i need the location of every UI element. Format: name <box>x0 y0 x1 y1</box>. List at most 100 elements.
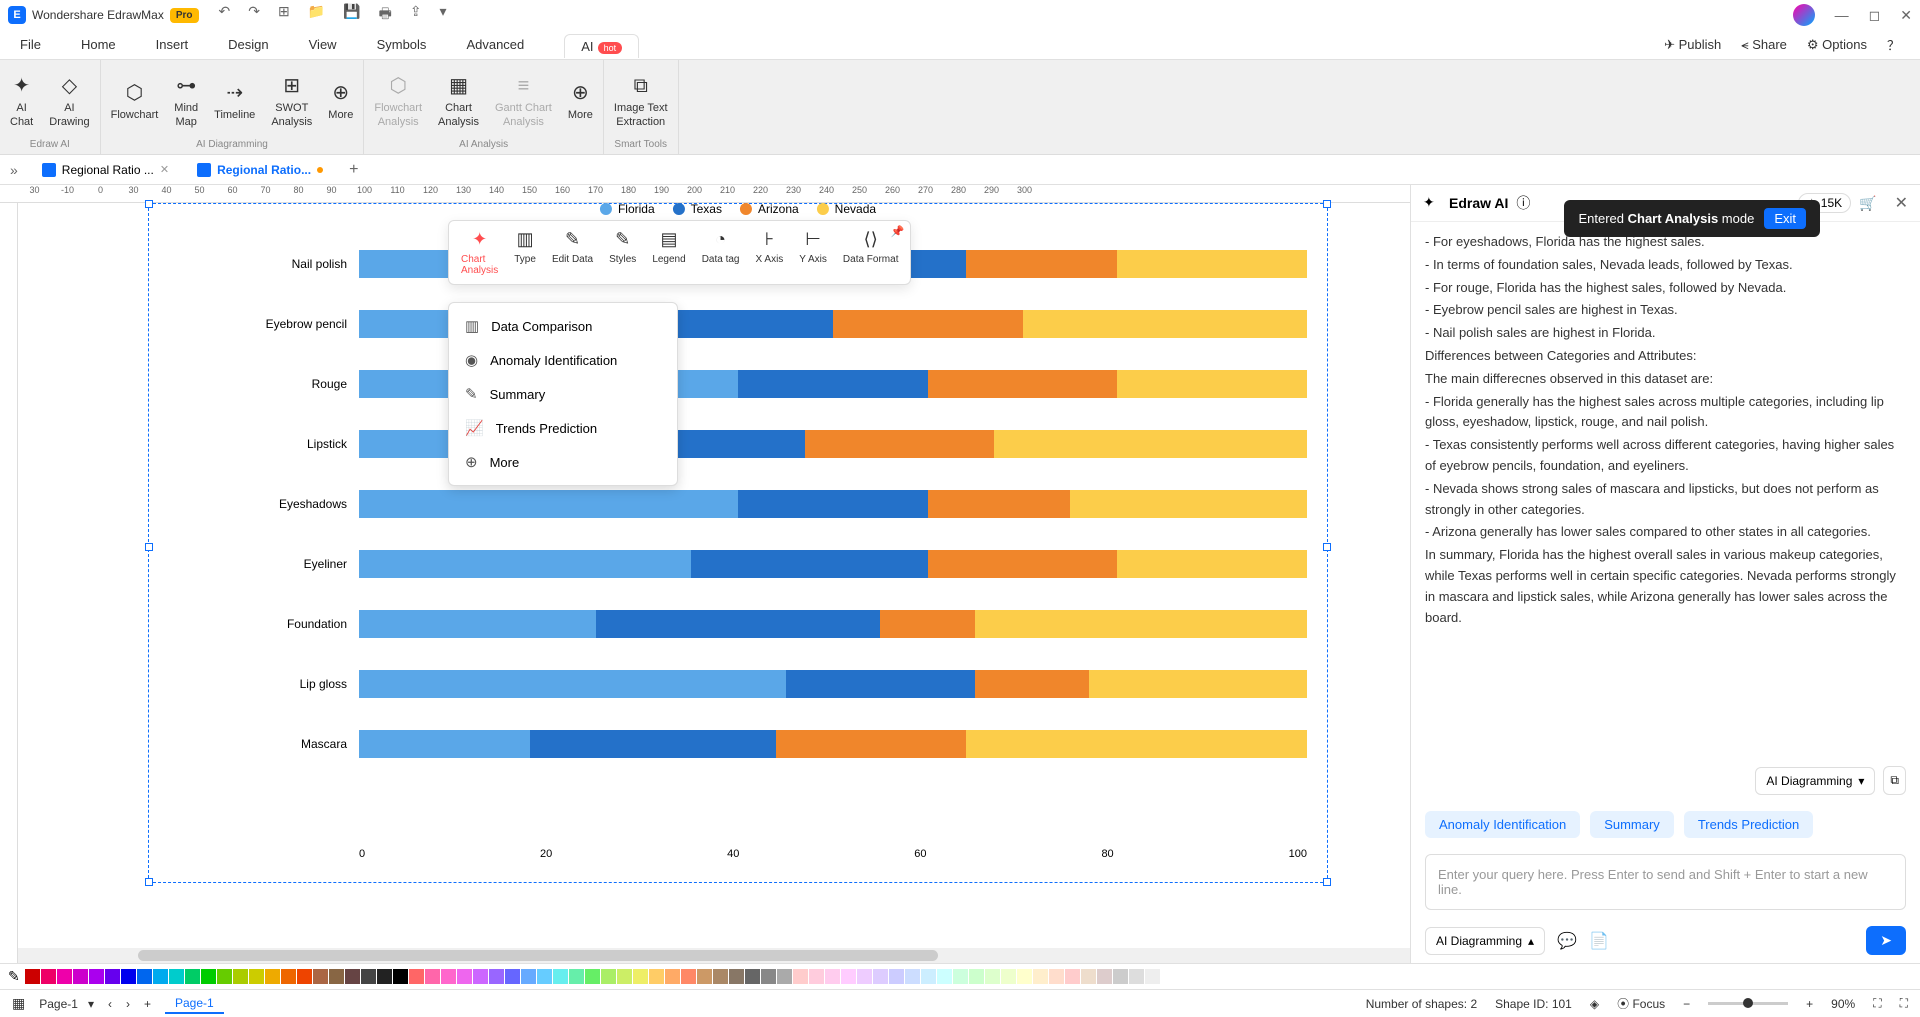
menu-insert[interactable]: Insert <box>156 37 189 52</box>
menu-advanced[interactable]: Advanced <box>466 37 524 52</box>
color-swatch[interactable] <box>729 969 744 984</box>
add-tab-icon[interactable]: + <box>341 161 366 179</box>
color-swatch[interactable] <box>441 969 456 984</box>
dd-summary[interactable]: ✎Summary <box>449 377 677 411</box>
color-swatch[interactable] <box>809 969 824 984</box>
file-icon[interactable]: 📄 <box>1589 931 1609 951</box>
color-swatch[interactable] <box>633 969 648 984</box>
tab-close-icon[interactable]: ✕ <box>160 163 169 176</box>
focus-mode[interactable]: ⦿ Focus <box>1617 995 1665 1012</box>
color-swatch[interactable] <box>73 969 88 984</box>
doc-tab-2[interactable]: Regional Ratio... <box>187 159 333 181</box>
menu-home[interactable]: Home <box>81 37 116 52</box>
color-swatch[interactable] <box>1129 969 1144 984</box>
color-swatch[interactable] <box>105 969 120 984</box>
color-swatch[interactable] <box>793 969 808 984</box>
color-swatch[interactable] <box>1081 969 1096 984</box>
color-swatch[interactable] <box>1001 969 1016 984</box>
add-page-icon[interactable]: + <box>144 997 151 1011</box>
ribbon-timeline[interactable]: ⇢Timeline <box>214 66 255 137</box>
options-button[interactable]: ⚙ Options <box>1807 37 1867 53</box>
footer-mode-select[interactable]: AI Diagramming▴ <box>1425 927 1545 955</box>
resize-handle[interactable] <box>145 200 153 208</box>
ft-y-axis[interactable]: ⊢Y Axis <box>799 229 827 276</box>
resize-handle[interactable] <box>145 878 153 886</box>
new-icon[interactable]: ⊞ <box>278 3 290 27</box>
color-swatch[interactable] <box>233 969 248 984</box>
ribbon-ai-chat[interactable]: ✦AI Chat <box>10 66 33 137</box>
chip-anomaly[interactable]: Anomaly Identification <box>1425 811 1580 838</box>
color-swatch[interactable] <box>457 969 472 984</box>
ft-x-axis[interactable]: ⊦X Axis <box>756 229 784 276</box>
close-icon[interactable]: ✕ <box>1900 7 1912 24</box>
color-swatch[interactable] <box>297 969 312 984</box>
exit-button[interactable]: Exit <box>1764 208 1806 229</box>
ft-chart-analysis[interactable]: ✦Chart Analysis <box>461 229 498 276</box>
fullscreen-icon[interactable]: ⛶ <box>1900 996 1908 1011</box>
dd-trends[interactable]: 📈Trends Prediction <box>449 411 677 445</box>
info-icon[interactable]: ⓘ <box>1516 193 1530 213</box>
color-swatch[interactable] <box>1113 969 1128 984</box>
canvas[interactable]: Florida Texas Arizona Nevada Nail polish… <box>18 203 1410 948</box>
color-swatch[interactable] <box>137 969 152 984</box>
color-swatch[interactable] <box>1097 969 1112 984</box>
color-swatch[interactable] <box>201 969 216 984</box>
color-swatch[interactable] <box>393 969 408 984</box>
maximize-icon[interactable]: ◻ <box>1869 7 1881 24</box>
color-swatch[interactable] <box>841 969 856 984</box>
page-tab[interactable]: Page-1 <box>165 994 224 1014</box>
color-swatch[interactable] <box>969 969 984 984</box>
color-swatch[interactable] <box>553 969 568 984</box>
doc-tab-1[interactable]: Regional Ratio ... ✕ <box>32 159 179 181</box>
color-swatch[interactable] <box>521 969 536 984</box>
chip-trends[interactable]: Trends Prediction <box>1684 811 1813 838</box>
color-swatch[interactable] <box>249 969 264 984</box>
menu-ai[interactable]: AIhot <box>564 34 639 58</box>
color-swatch[interactable] <box>217 969 232 984</box>
color-swatch[interactable] <box>121 969 136 984</box>
prev-page-icon[interactable]: ‹ <box>108 997 112 1011</box>
color-swatch[interactable] <box>681 969 696 984</box>
color-swatch[interactable] <box>537 969 552 984</box>
copy-button[interactable]: ⧉ <box>1883 766 1906 795</box>
ft-data-tag[interactable]: ◔Data tag <box>702 229 740 276</box>
color-swatch[interactable] <box>281 969 296 984</box>
query-input[interactable]: Enter your query here. Press Enter to se… <box>1425 854 1906 910</box>
color-swatch[interactable] <box>569 969 584 984</box>
color-swatch[interactable] <box>713 969 728 984</box>
export-icon[interactable]: ⇪ <box>410 3 422 27</box>
zoom-out-icon[interactable]: − <box>1683 997 1690 1011</box>
ribbon-ai-drawing[interactable]: ◇AI Drawing <box>49 66 89 137</box>
minimize-icon[interactable]: — <box>1835 7 1849 23</box>
color-swatch[interactable] <box>489 969 504 984</box>
eyedropper-icon[interactable]: ✎ <box>8 968 20 985</box>
publish-button[interactable]: ✈ Publish <box>1664 37 1721 53</box>
color-swatch[interactable] <box>1017 969 1032 984</box>
color-swatch[interactable] <box>601 969 616 984</box>
color-swatch[interactable] <box>1065 969 1080 984</box>
ft-edit-data[interactable]: ✎Edit Data <box>552 229 593 276</box>
chart-selected[interactable]: Florida Texas Arizona Nevada Nail polish… <box>148 203 1328 883</box>
color-swatch[interactable] <box>873 969 888 984</box>
zoom-slider[interactable] <box>1708 1002 1788 1005</box>
color-swatch[interactable] <box>89 969 104 984</box>
layers-icon[interactable]: ◈ <box>1590 997 1599 1011</box>
color-swatch[interactable] <box>905 969 920 984</box>
resize-handle[interactable] <box>1323 543 1331 551</box>
share-button[interactable]: ⪪ Share <box>1741 37 1787 53</box>
color-swatch[interactable] <box>585 969 600 984</box>
color-swatch[interactable] <box>185 969 200 984</box>
color-swatch[interactable] <box>169 969 184 984</box>
dd-data-comparison[interactable]: ▥Data Comparison <box>449 309 677 343</box>
resize-handle[interactable] <box>1323 200 1331 208</box>
send-button[interactable]: ➤ <box>1866 926 1906 955</box>
zoom-in-icon[interactable]: + <box>1806 997 1813 1011</box>
chip-summary[interactable]: Summary <box>1590 811 1674 838</box>
color-swatch[interactable] <box>361 969 376 984</box>
color-swatch[interactable] <box>377 969 392 984</box>
dropdown-icon[interactable]: ▾ <box>440 3 447 27</box>
mode-select[interactable]: AI Diagramming▾ <box>1755 767 1875 795</box>
fit-icon[interactable]: ⛶ <box>1873 996 1881 1011</box>
color-swatch[interactable] <box>25 969 40 984</box>
color-swatch[interactable] <box>825 969 840 984</box>
